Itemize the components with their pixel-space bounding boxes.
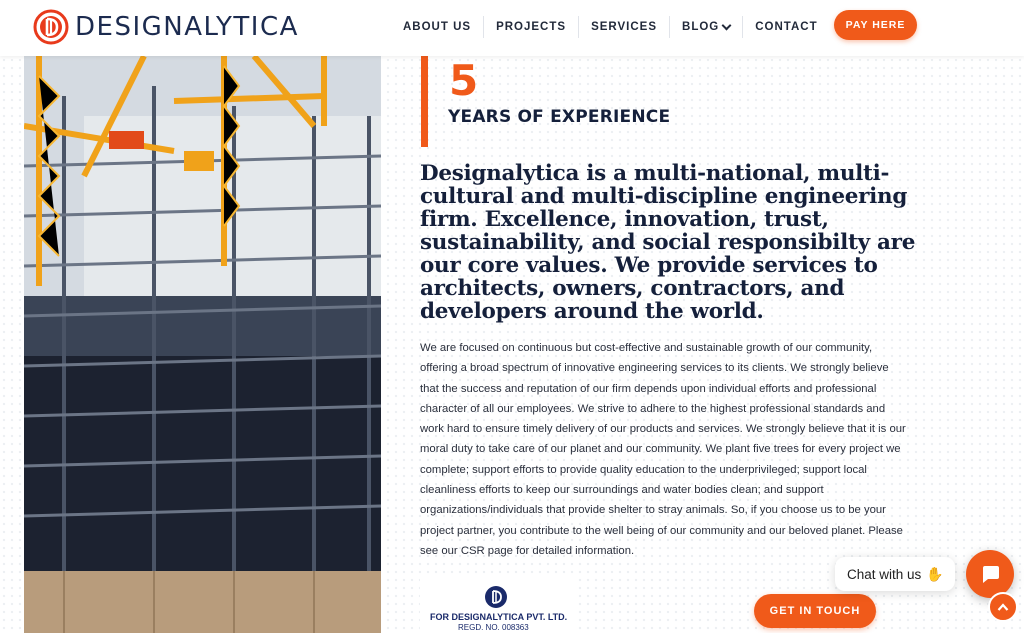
logo-mark-icon	[33, 9, 69, 45]
registration-company: FOR DESIGNALYTICA PVT. LTD.	[430, 612, 568, 622]
logo-mark-icon	[485, 586, 507, 608]
site-header: DESIGNALYTICA ABOUT US PROJECTS SERVICES…	[0, 0, 1024, 56]
registration-stamp: FOR DESIGNALYTICA PVT. LTD. REGD. NO. 00…	[420, 577, 575, 633]
logo-text: DESIGNALYTICA	[75, 12, 299, 42]
chevron-up-icon	[997, 603, 1009, 611]
nav-item-label: SERVICES	[591, 21, 658, 33]
main-nav: ABOUT US PROJECTS SERVICES BLOG CONTACT	[391, 16, 830, 38]
nav-item-projects[interactable]: PROJECTS	[484, 17, 578, 37]
site-logo[interactable]: DESIGNALYTICA	[33, 9, 299, 45]
scroll-to-top-button[interactable]	[988, 592, 1018, 622]
nav-item-about-us[interactable]: ABOUT US	[391, 17, 483, 37]
pay-here-button[interactable]: PAY HERE	[834, 10, 917, 40]
nav-item-label: BLOG	[682, 21, 720, 33]
nav-item-contact[interactable]: CONTACT	[743, 17, 829, 37]
waving-hand-icon: ✋	[926, 565, 944, 582]
nav-item-label: CONTACT	[755, 21, 818, 33]
nav-item-label: PROJECTS	[496, 21, 567, 33]
construction-illustration	[24, 56, 381, 633]
chat-label: Chat with us	[847, 566, 922, 582]
chat-icon	[983, 566, 999, 583]
nav-item-services[interactable]: SERVICES	[579, 17, 669, 37]
construction-site-image	[24, 56, 381, 633]
chevron-down-icon	[721, 20, 732, 30]
experience-label: YEARS OF EXPERIENCE	[448, 107, 671, 127]
get-in-touch-button[interactable]: GET IN TOUCH	[754, 594, 876, 628]
about-body-text: We are focused on continuous but cost-ef…	[420, 342, 906, 557]
chat-open-button[interactable]	[966, 550, 1014, 598]
nav-item-blog[interactable]: BLOG	[670, 17, 742, 37]
about-headline: Designalytica is a multi-national, multi…	[420, 161, 916, 324]
registration-number: REGD. NO. 008363	[458, 623, 529, 632]
experience-accent-bar	[421, 56, 428, 147]
experience-years-number: 5	[449, 56, 479, 105]
chat-with-us-bubble[interactable]: Chat with us ✋	[835, 557, 955, 591]
nav-item-label: ABOUT US	[403, 21, 472, 33]
